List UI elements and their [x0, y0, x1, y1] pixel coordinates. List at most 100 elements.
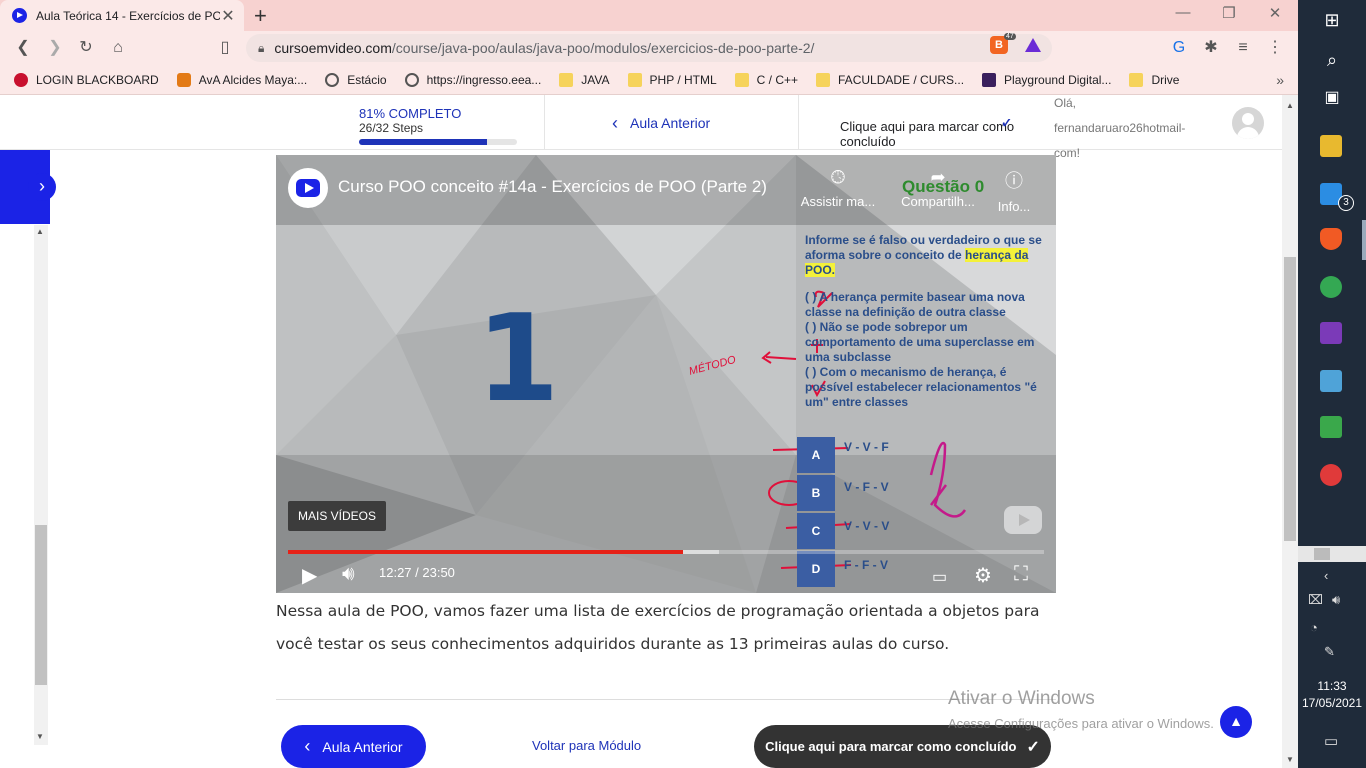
- file-explorer-icon[interactable]: [1320, 135, 1342, 157]
- video-title[interactable]: Curso POO conceito #14a - Exercícios de …: [338, 177, 767, 197]
- system-clock[interactable]: 11:33 17/05/2021: [1298, 678, 1366, 712]
- tray-scrollbar[interactable]: [1298, 546, 1366, 562]
- bookmark-item[interactable]: C / C++: [734, 72, 798, 87]
- app-grid-icon[interactable]: [1320, 416, 1342, 438]
- bookmark-item[interactable]: https://ingresso.eea...: [404, 72, 541, 87]
- bookmarks-overflow-icon[interactable]: »: [1276, 72, 1284, 88]
- page-scrollbar[interactable]: ▲ ▼: [1282, 95, 1298, 768]
- tab-title: Aula Teórica 14 - Exercícios de POO: [36, 8, 220, 23]
- app-tool-icon[interactable]: [1320, 464, 1342, 486]
- previous-lesson-label: Aula Anterior: [630, 115, 711, 131]
- volume-tray-icon[interactable]: 🔊︎: [1332, 592, 1340, 608]
- tab-close-icon[interactable]: ✕: [220, 6, 236, 26]
- bookmark-item[interactable]: Playground Digital...: [982, 72, 1111, 87]
- greeting-text: Olá,: [1054, 96, 1077, 110]
- tab-active[interactable]: Aula Teórica 14 - Exercícios de POO ✕: [0, 0, 244, 31]
- mark-complete-button-label: Clique aqui para marcar como concluído: [765, 739, 1017, 754]
- pen-icon[interactable]: ✎: [1324, 644, 1335, 660]
- folder-icon: [816, 72, 831, 87]
- previous-lesson-button-label: Aula Anterior: [322, 738, 403, 755]
- task-view-icon[interactable]: ▣: [1318, 84, 1346, 112]
- watch-later-button[interactable]: 🕓︎ Assistir ma...: [798, 167, 878, 209]
- translate-icon[interactable]: G: [1168, 37, 1190, 59]
- show-hidden-icons-icon[interactable]: ‹: [1324, 568, 1328, 583]
- scroll-down-icon[interactable]: ▼: [1286, 755, 1294, 764]
- share-button[interactable]: ➦ Compartilh...: [898, 167, 978, 209]
- bookmark-item[interactable]: Drive: [1129, 72, 1180, 87]
- menu-kebab-icon[interactable]: ⋮: [1264, 37, 1286, 59]
- extension-triangle-icon[interactable]: [1025, 38, 1041, 52]
- lesson-description: Nessa aula de POO, vamos fazer uma lista…: [276, 602, 1040, 653]
- close-window-button[interactable]: ✕: [1252, 4, 1298, 22]
- onenote-icon[interactable]: [1320, 322, 1342, 344]
- youtube-logo-icon[interactable]: [1004, 506, 1042, 534]
- option-answer: V - F - V: [844, 480, 889, 494]
- chrome-icon[interactable]: [1320, 276, 1342, 298]
- settings-gear-icon[interactable]: ⚙: [974, 563, 992, 588]
- extensions-puzzle-icon[interactable]: ✱: [1200, 37, 1222, 59]
- address-bar[interactable]: 🔒︎ cursoemvideo.com/course/java-poo/aula…: [246, 34, 1052, 62]
- bookmark-label: JAVA: [581, 72, 610, 87]
- network-icon[interactable]: ⌧: [1308, 592, 1323, 608]
- divider: [544, 95, 545, 150]
- url-text: cursoemvideo.com/course/java-poo/aulas/j…: [274, 40, 815, 56]
- bookmark-item[interactable]: PHP / HTML: [627, 72, 717, 87]
- new-tab-button[interactable]: +: [254, 3, 267, 29]
- option-box: C: [797, 513, 835, 549]
- info-button[interactable]: ⓘ Info...: [984, 167, 1044, 214]
- minimize-button[interactable]: —: [1160, 4, 1206, 21]
- home-icon[interactable]: ⌂: [107, 37, 129, 59]
- bookmark-item[interactable]: FACULDADE / CURS...: [816, 72, 964, 87]
- avatar[interactable]: [1232, 107, 1264, 139]
- option-box: A: [797, 437, 835, 473]
- fullscreen-icon[interactable]: ⛶: [1014, 563, 1028, 586]
- sidebar-scrollbar[interactable]: ▲ ▼: [34, 225, 48, 745]
- sidebar-toggle[interactable]: ›: [0, 150, 56, 224]
- video-progress-bar[interactable]: [288, 550, 1044, 554]
- mark-complete-button[interactable]: Clique aqui para marcar como concluído ✓: [754, 725, 1051, 768]
- scroll-up-icon[interactable]: ▲: [1286, 101, 1294, 110]
- back-icon[interactable]: ❮: [12, 37, 34, 59]
- mark-complete-link[interactable]: Clique aqui para marcar como concluído ✓: [840, 119, 1040, 147]
- scrollbar-thumb[interactable]: [1284, 257, 1296, 541]
- windows-start-icon[interactable]: ⊞: [1318, 6, 1346, 34]
- scroll-down-icon[interactable]: ▼: [36, 732, 44, 741]
- scroll-to-top-button[interactable]: ▲: [1220, 706, 1252, 738]
- scrollbar-thumb[interactable]: [35, 525, 47, 685]
- bookmark-item[interactable]: JAVA: [559, 72, 610, 87]
- more-videos-button[interactable]: MAIS VÍDEOS: [288, 501, 387, 531]
- bookmark-star-icon[interactable]: ▯: [214, 37, 236, 59]
- previous-lesson-link[interactable]: ‹ Aula Anterior: [612, 114, 711, 132]
- bookmark-label: Drive: [1151, 72, 1180, 87]
- play-icon[interactable]: ▶: [302, 563, 317, 588]
- bookmark-item[interactable]: AvA Alcides Maya:...: [176, 72, 307, 87]
- reload-icon[interactable]: ↻: [75, 37, 97, 59]
- subtitles-icon[interactable]: ▭: [932, 567, 947, 587]
- restore-button[interactable]: ❐: [1206, 4, 1252, 22]
- share-icon: ➦: [930, 167, 946, 187]
- search-icon[interactable]: ⌕: [1318, 46, 1346, 74]
- course-progress: 81% COMPLETO 26/32 Steps: [359, 106, 529, 145]
- globe-icon: [325, 72, 340, 87]
- chevron-right-icon[interactable]: ›: [28, 173, 56, 201]
- bookmark-item[interactable]: Estácio: [325, 72, 387, 87]
- media-queue-icon[interactable]: ≡: [1232, 37, 1254, 59]
- notifications-icon[interactable]: ▭: [1324, 732, 1338, 750]
- forward-icon[interactable]: ❯: [44, 37, 66, 59]
- app-cube-icon[interactable]: [1320, 370, 1342, 392]
- bookmark-item[interactable]: LOGIN BLACKBOARD: [14, 72, 159, 87]
- bookmark-label: LOGIN BLACKBOARD: [36, 72, 159, 87]
- volume-icon[interactable]: 🔊︎: [342, 563, 355, 586]
- wifi-icon[interactable]: ◔: [1310, 620, 1318, 635]
- back-to-module-link[interactable]: Voltar para Módulo: [532, 738, 641, 753]
- option-box: B: [797, 475, 835, 511]
- previous-lesson-button[interactable]: ‹ Aula Anterior: [281, 725, 426, 768]
- scroll-up-icon[interactable]: ▲: [36, 227, 44, 236]
- brave-icon[interactable]: [1320, 228, 1342, 250]
- channel-logo-icon[interactable]: [288, 168, 328, 208]
- video-player[interactable]: MÉTODO Curso POO conceito #14a - Exercíc…: [276, 155, 1056, 593]
- scrollbar-thumb[interactable]: [1314, 548, 1330, 560]
- info-icon: ⓘ: [1005, 171, 1023, 191]
- active-indicator: [1362, 220, 1366, 260]
- user-greeting: Olá, fernandaruaro26hotmail- com!: [1054, 95, 1214, 166]
